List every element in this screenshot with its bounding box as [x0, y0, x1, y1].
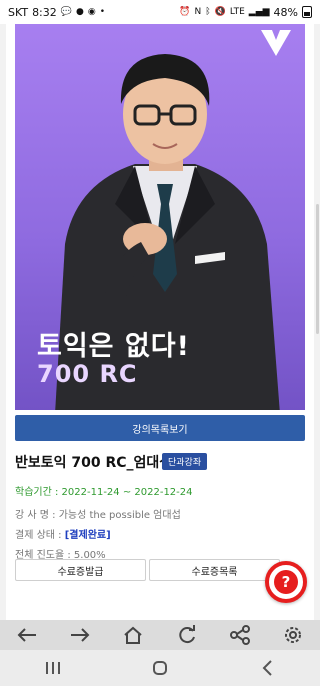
scrollbar-thumb[interactable] — [316, 204, 319, 334]
payment-status-label: 결제 상태 : — [15, 530, 65, 541]
lte-icon: LTE — [229, 6, 245, 17]
message-icon: 💬 — [60, 6, 72, 17]
battery-percent: 48% — [273, 5, 298, 19]
dot-icon: • — [99, 6, 106, 17]
mute-icon: 🔇 — [214, 6, 226, 17]
instructor-label: 강 사 명 : — [15, 510, 59, 521]
certificate-issue-button[interactable]: 수료증발급 — [15, 559, 146, 581]
battery-icon — [302, 6, 312, 18]
help-button[interactable]: ? — [265, 561, 307, 603]
certificate-list-button[interactable]: 수료증목록 — [149, 559, 280, 581]
browser-toolbar — [0, 620, 320, 650]
banner-headline: 토익은 없다! — [37, 331, 190, 362]
share-icon[interactable] — [226, 621, 254, 649]
back-button-icon[interactable] — [249, 653, 285, 683]
clock: 8:32 — [32, 5, 57, 19]
course-banner: 토익은 없다! 700 RC — [15, 24, 305, 410]
status-left: SKT 8:32 💬 ● ◉ • — [8, 6, 105, 19]
recent-apps-icon[interactable] — [35, 653, 71, 683]
home-icon[interactable] — [119, 621, 147, 649]
carrier-label: SKT — [8, 5, 29, 19]
signal-icon: ▂▄▆ — [248, 6, 270, 17]
notification-icon: ◉ — [87, 6, 96, 17]
refresh-icon[interactable] — [173, 621, 201, 649]
forward-icon[interactable] — [66, 621, 94, 649]
bluetooth-icon: ᛒ — [205, 6, 211, 17]
study-period-label: 학습기간 : — [15, 487, 62, 498]
help-question-icon: ? — [274, 570, 298, 594]
system-navigation-bar — [0, 650, 320, 686]
page-content[interactable]: 토익은 없다! 700 RC 강의목록보기 반보토익 700 RC_엄대섭 단과… — [0, 24, 320, 620]
settings-icon[interactable] — [279, 621, 307, 649]
course-list-button[interactable]: 강의목록보기 — [15, 415, 305, 441]
banner-subheadline: 700 RC — [37, 360, 138, 388]
instructor-value: 가능성 the possible 엄대섭 — [58, 510, 181, 521]
course-card: 토익은 없다! 700 RC 강의목록보기 반보토익 700 RC_엄대섭 단과… — [6, 24, 314, 620]
status-right: ⏰ N ᛒ 🔇 LTE ▂▄▆ 48% — [179, 6, 312, 19]
back-icon[interactable] — [13, 621, 41, 649]
course-title: 반보토익 700 RC_엄대섭 — [15, 455, 173, 471]
instructor-row: 강 사 명 : 가능성 the possible 엄대섭 — [15, 506, 181, 521]
nfc-icon: N — [194, 6, 202, 17]
status-bar: SKT 8:32 💬 ● ◉ • ⏰ N ᛒ 🔇 LTE ▂▄▆ 48% — [0, 0, 320, 24]
study-period-row: 학습기간 : 2022-11-24 ~ 2022-12-24 — [15, 483, 193, 498]
payment-status-row: 결제 상태 : [결제완료] — [15, 526, 111, 541]
payment-status-value: [결제완료] — [64, 530, 111, 541]
kakaotalk-icon: ● — [75, 6, 84, 17]
home-button-icon[interactable] — [142, 653, 178, 683]
study-period-value: 2022-11-24 ~ 2022-12-24 — [61, 487, 193, 498]
alarm-icon: ⏰ — [179, 6, 191, 17]
course-type-badge: 단과강좌 — [162, 453, 208, 470]
